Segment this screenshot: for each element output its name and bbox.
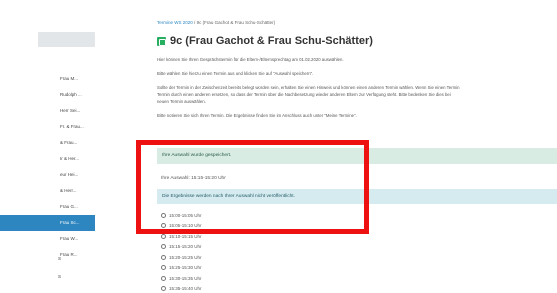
sidebar: Frau M... Rudolph ... Herr Sei... Fr. & …	[0, 0, 95, 293]
page-title-text: 9c (Frau Gachot & Frau Schu-Schätter)	[170, 35, 373, 47]
radio-button[interactable]	[161, 265, 166, 271]
radio-button[interactable]	[161, 254, 166, 260]
sidebar-item[interactable]: Frau W...	[0, 231, 95, 247]
note-paragraph-line-3: neuen Termin auswählen.	[157, 99, 206, 104]
sidebar-item-label: Ir & Her...	[60, 156, 80, 161]
time-slot-label: 15:30-15:35 Uhr	[169, 275, 202, 281]
sidebar-item-label: Fr. & Frau...	[60, 124, 84, 129]
time-slot-option[interactable]: 15:25-15:30 Uhr	[161, 263, 202, 274]
sidebar-item[interactable]: & Herr...	[0, 183, 95, 199]
sidebar-search-box[interactable]	[38, 32, 95, 47]
sidebar-item-label: eur Hei...	[60, 172, 79, 177]
time-slot-option[interactable]: 15:15-15:20 Uhr	[161, 242, 202, 253]
sidebar-extra-text: S	[58, 274, 62, 279]
calendar-icon	[157, 36, 166, 46]
breadcrumb-current: 9c (Frau Gachot & Frau Schu-Schätter)	[196, 20, 276, 25]
radio-button[interactable]	[161, 233, 166, 239]
breadcrumb-home-link[interactable]: Termine WS 2020	[157, 20, 193, 25]
note-paragraph-line-2: Termin durch einen anderen ersetzen, so …	[157, 92, 451, 97]
radio-button[interactable]	[161, 244, 166, 250]
sidebar-item-label: Frau R...	[60, 252, 78, 257]
time-slot-label: 15:15-15:20 Uhr	[169, 244, 202, 250]
intro-paragraph: Hier können Sie Ihren Gesprächstermin fü…	[157, 57, 344, 62]
sidebar-item[interactable]: & Frau...	[0, 135, 95, 151]
time-slot-option[interactable]: 15:35-15:40 Uhr	[161, 284, 202, 293]
sidebar-item[interactable]: Frau G...	[0, 199, 95, 215]
sidebar-item[interactable]: Rudolph ...	[0, 87, 95, 103]
sidebar-item[interactable]: Fr. & Frau...	[0, 119, 95, 135]
sidebar-item-label: Herr Sei...	[60, 108, 81, 113]
sidebar-item-label: & Frau...	[60, 140, 78, 145]
instruction-paragraph: Bitte wählen Sie hierzu einen Termin aus…	[157, 71, 314, 76]
time-slot-label: 15:20-15:25 Uhr	[169, 254, 202, 260]
sidebar-item-label: Frau W...	[60, 236, 79, 241]
sidebar-list: Frau M... Rudolph ... Herr Sei... Fr. & …	[0, 71, 95, 263]
time-slot-option[interactable]: 15:30-15:35 Uhr	[161, 273, 202, 284]
breadcrumb-separator: /	[194, 20, 196, 25]
sidebar-item-label: Frau M...	[60, 76, 79, 81]
time-slot-option[interactable]: 15:20-15:25 Uhr	[161, 252, 202, 263]
sidebar-item[interactable]: Frau M...	[0, 71, 95, 87]
highlight-annotation-box	[136, 140, 369, 234]
time-slot-label: 15:35-15:40 Uhr	[169, 286, 202, 292]
sidebar-header	[0, 0, 95, 14]
sidebar-item[interactable]: Herr Sei...	[0, 103, 95, 119]
sidebar-item[interactable]: Frau R...	[0, 247, 95, 263]
page-title: 9c (Frau Gachot & Frau Schu-Schätter)	[157, 35, 373, 47]
sidebar-extra-text: S	[58, 256, 62, 261]
radio-button[interactable]	[161, 286, 166, 292]
sidebar-item[interactable]: eur Hei...	[0, 167, 95, 183]
time-slot-label: 15:10-15:15 Uhr	[169, 233, 202, 239]
sidebar-item-label: Frau G...	[60, 204, 78, 209]
sidebar-item-label: Rudolph ...	[60, 92, 82, 97]
breadcrumb: Termine WS 2020 / 9c (Frau Gachot & Frau…	[157, 20, 275, 25]
note-paragraph-line-1: Sollte der Termin in der Zwischenzeit be…	[157, 85, 460, 90]
sidebar-item[interactable]: Ir & Her...	[0, 151, 95, 167]
sidebar-item-active[interactable]: Frau Sc...	[0, 215, 95, 231]
time-slot-label: 15:25-15:30 Uhr	[169, 265, 202, 271]
sidebar-item-label: & Herr...	[60, 188, 77, 193]
radio-button[interactable]	[161, 275, 166, 281]
reminder-paragraph: Bitte notieren Sie sich Ihren Termin. Di…	[157, 113, 357, 118]
sidebar-item-label: Frau Sc...	[60, 220, 80, 225]
